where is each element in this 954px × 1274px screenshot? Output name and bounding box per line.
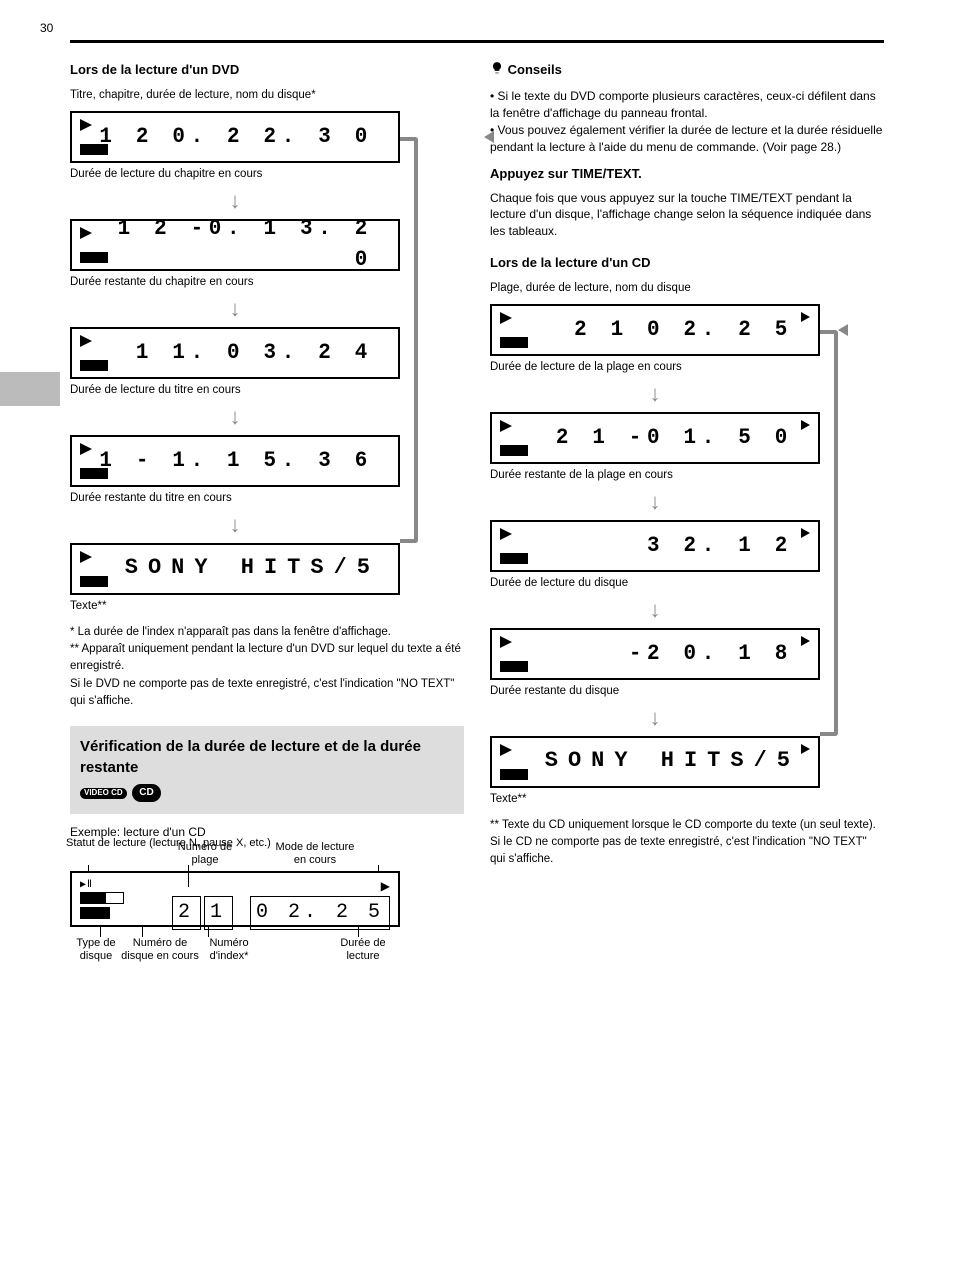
label-track: Numéro de plage	[175, 841, 235, 867]
play-icon	[80, 551, 92, 563]
lcd-digits: 1 - 1. 1 5. 3 6	[90, 446, 390, 477]
play-pause-indicator: ▶Ⅱ	[80, 878, 93, 892]
tips-heading: Conseils	[508, 62, 562, 77]
playmode-icon	[801, 744, 810, 754]
bar-icon	[500, 769, 528, 780]
dvd-footnotes: * La durée de l'index n'apparaît pas dan…	[70, 624, 464, 710]
lightbulb-icon	[490, 61, 504, 80]
cd-intro-line: Plage, durée de lecture, nom du disque	[490, 280, 884, 296]
section-remaining-time: Vérification de la durée de lecture et d…	[70, 726, 464, 814]
bar-icon	[80, 576, 108, 587]
lcd-digits: 1 2 0. 2 2. 3 0	[90, 122, 390, 153]
down-arrow-icon: ↓	[490, 379, 820, 410]
lcd-text: SONY HITS/5	[502, 746, 818, 777]
lcd-caption: Texte**	[70, 598, 464, 614]
lcd-digits: -2 0. 1 8	[510, 639, 810, 670]
lcd-caption: Texte**	[490, 791, 884, 807]
annotated-display-diagram: Statut de lecture (lecture N, pause X, e…	[70, 871, 400, 927]
progress-bar	[80, 892, 124, 904]
horizontal-rule	[70, 40, 884, 43]
down-arrow-icon: ↓	[70, 186, 400, 217]
down-arrow-icon: ↓	[70, 294, 400, 325]
lcd-text: SONY HITS/5	[82, 553, 398, 584]
lcd-digits: 2 1 0 2. 2 5	[510, 315, 810, 346]
playmode-icon: ▶	[381, 878, 390, 895]
track-digits: 21	[172, 896, 236, 930]
press-time-text-body: Chaque fois que vous appuyez sur la touc…	[490, 190, 884, 240]
down-arrow-icon: ↓	[490, 487, 820, 518]
label-playtime: Durée de lecture	[328, 937, 398, 963]
section-title: Vérification de la durée de lecture et d…	[80, 736, 454, 778]
dvd-intro-line: Titre, chapitre, durée de lecture, nom d…	[70, 87, 464, 103]
lcd-digits: 1 2 -0. 1 3. 2 0	[90, 214, 390, 276]
bar-icon	[80, 907, 110, 919]
lcd-digits: 2 1 -0 1. 5 0	[510, 423, 810, 454]
label-disctype: Type de disque	[66, 937, 126, 963]
lcd-display: 3 2. 1 2	[490, 520, 820, 572]
badge-video-cd: VIDEO CD	[80, 788, 127, 798]
lcd-display: 2 1 -0 1. 5 0	[490, 412, 820, 464]
lcd-digits: 1 1. 0 3. 2 4	[90, 338, 390, 369]
play-icon	[500, 744, 512, 756]
lcd-display: SONY HITS/5	[70, 543, 400, 595]
label-status: Statut de lecture (lecture N, pause X, e…	[66, 837, 271, 850]
down-arrow-icon: ↓	[490, 595, 820, 626]
lcd-display: SONY HITS/5	[490, 736, 820, 788]
down-arrow-icon: ↓	[70, 510, 400, 541]
cd-footnote: ** Texte du CD uniquement lorsque le CD …	[490, 817, 884, 869]
lcd-display: 1 2 -0. 1 3. 2 0	[70, 219, 400, 271]
lcd-display: 1 1. 0 3. 2 4	[70, 327, 400, 379]
lcd-display: 1 - 1. 1 5. 3 6	[70, 435, 400, 487]
page-number: 30	[40, 20, 53, 37]
cd-playback-heading: Lors de la lecture d'un CD	[490, 254, 884, 272]
badge-cd: CD	[132, 784, 160, 802]
down-arrow-icon: ↓	[70, 402, 400, 433]
lcd-display: -2 0. 1 8	[490, 628, 820, 680]
press-time-text-heading: Appuyez sur TIME/TEXT.	[490, 165, 884, 183]
lcd-display: 1 2 0. 2 2. 3 0	[70, 111, 400, 163]
down-arrow-icon: ↓	[490, 703, 820, 734]
label-current-disc: Numéro de disque en cours	[120, 937, 200, 963]
lcd-display: 2 1 0 2. 2 5	[490, 304, 820, 356]
label-index: Numéro d'index*	[194, 937, 264, 963]
tips-body: • Si le texte du DVD comporte plusieurs …	[490, 88, 884, 155]
label-playmode: Mode de lecture en cours	[270, 841, 360, 867]
time-digits: 0 2. 2 5	[250, 896, 390, 930]
dvd-playback-heading: Lors de la lecture d'un DVD	[70, 61, 464, 79]
lcd-digits: 3 2. 1 2	[510, 531, 810, 562]
